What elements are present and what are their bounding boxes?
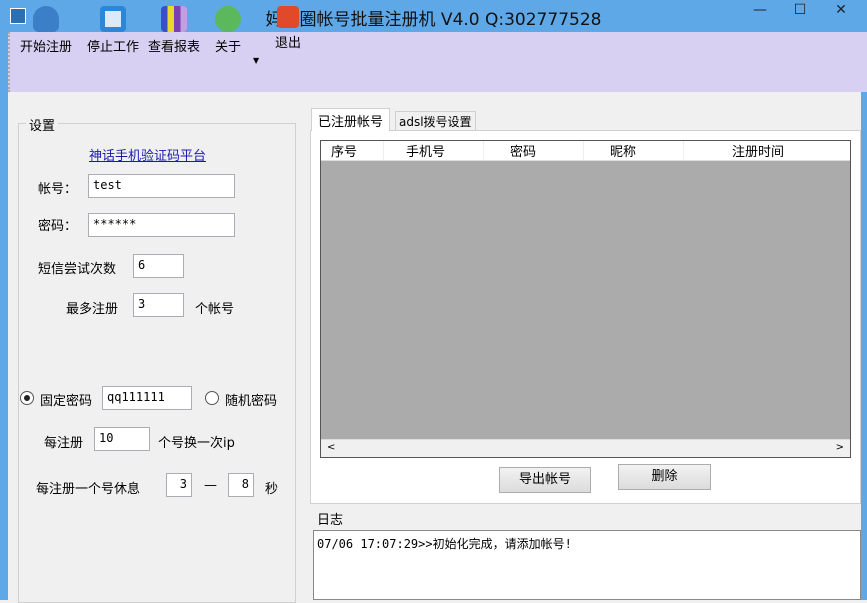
- rest-max-input[interactable]: 8: [228, 473, 254, 497]
- scroll-right-icon[interactable]: >: [836, 442, 844, 453]
- rest-dash: —: [204, 478, 217, 493]
- export-accounts-button[interactable]: 导出帐号: [499, 467, 591, 493]
- chart-icon: [161, 6, 187, 32]
- close-button[interactable]: ✕: [826, 2, 856, 26]
- horizontal-scrollbar[interactable]: < >: [321, 439, 850, 457]
- user-icon: [33, 6, 59, 32]
- column-header[interactable]: 昵称: [584, 141, 684, 160]
- window-border: [0, 32, 8, 600]
- dropdown-arrow-icon[interactable]: ▼: [253, 56, 259, 65]
- toolbar-label: 开始注册: [20, 40, 72, 55]
- window-border: [861, 92, 867, 600]
- rest-unit: 秒: [265, 478, 278, 497]
- settings-title: 设置: [26, 115, 58, 134]
- sms-attempts-label: 短信尝试次数: [38, 258, 116, 277]
- tab-adsl-settings[interactable]: adsl拨号设置: [395, 111, 476, 131]
- log-title: 日志: [317, 509, 343, 528]
- power-icon: [277, 6, 299, 28]
- stop-icon: [100, 6, 126, 32]
- toolbar-label: 停止工作: [87, 40, 139, 55]
- toolbar-label: 查看报表: [148, 40, 200, 55]
- max-register-input[interactable]: 3: [133, 293, 184, 317]
- ip-change-input[interactable]: 10: [94, 427, 150, 451]
- fixed-password-radio[interactable]: [20, 391, 34, 405]
- log-line: 07/06 17:07:29>>初始化完成，请添加帐号!: [317, 535, 857, 552]
- accounts-table[interactable]: 序号 手机号 密码 昵称 注册时间 < >: [320, 140, 851, 458]
- toolbar-label: 关于: [215, 40, 241, 55]
- account-label: 帐号：: [38, 178, 77, 197]
- globe-icon: [215, 6, 241, 32]
- minimize-button[interactable]: —: [745, 2, 775, 26]
- ip-change-suffix: 个号换一次ip: [158, 432, 235, 451]
- sms-platform-link[interactable]: 神话手机验证码平台: [89, 145, 206, 164]
- table-header: 序号 手机号 密码 昵称 注册时间: [321, 141, 850, 161]
- delete-button[interactable]: 删除: [618, 464, 711, 490]
- view-report-button[interactable]: 查看报表: [148, 6, 200, 55]
- random-password-label: 随机密码: [225, 390, 277, 409]
- password-label: 密码：: [38, 215, 77, 234]
- start-register-button[interactable]: 开始注册: [20, 6, 72, 55]
- fixed-password-label: 固定密码: [40, 390, 92, 409]
- scroll-left-icon[interactable]: <: [327, 442, 335, 453]
- toolbar-label: 退出: [275, 36, 301, 51]
- exit-button[interactable]: 退出: [275, 6, 301, 51]
- rest-label: 每注册一个号休息: [36, 478, 140, 497]
- column-header[interactable]: 注册时间: [684, 141, 850, 160]
- column-header[interactable]: 手机号: [384, 141, 484, 160]
- log-textarea[interactable]: 07/06 17:07:29>>初始化完成，请添加帐号!: [313, 530, 861, 600]
- ip-change-label: 每注册: [44, 432, 83, 451]
- about-button[interactable]: 关于: [215, 6, 241, 55]
- fixed-password-input[interactable]: qq111111: [102, 386, 192, 410]
- column-header[interactable]: 序号: [321, 141, 384, 160]
- max-register-suffix: 个帐号: [195, 298, 234, 317]
- max-register-label: 最多注册: [66, 298, 118, 317]
- random-password-radio[interactable]: [205, 391, 219, 405]
- tab-registered-accounts[interactable]: 已注册帐号: [311, 108, 390, 131]
- stop-work-button[interactable]: 停止工作: [87, 6, 139, 55]
- maximize-button[interactable]: ☐: [785, 2, 815, 26]
- rest-min-input[interactable]: 3: [166, 473, 192, 497]
- sms-attempts-input[interactable]: 6: [133, 254, 184, 278]
- account-input[interactable]: test: [88, 174, 235, 198]
- password-input[interactable]: ******: [88, 213, 235, 237]
- column-header[interactable]: 密码: [484, 141, 584, 160]
